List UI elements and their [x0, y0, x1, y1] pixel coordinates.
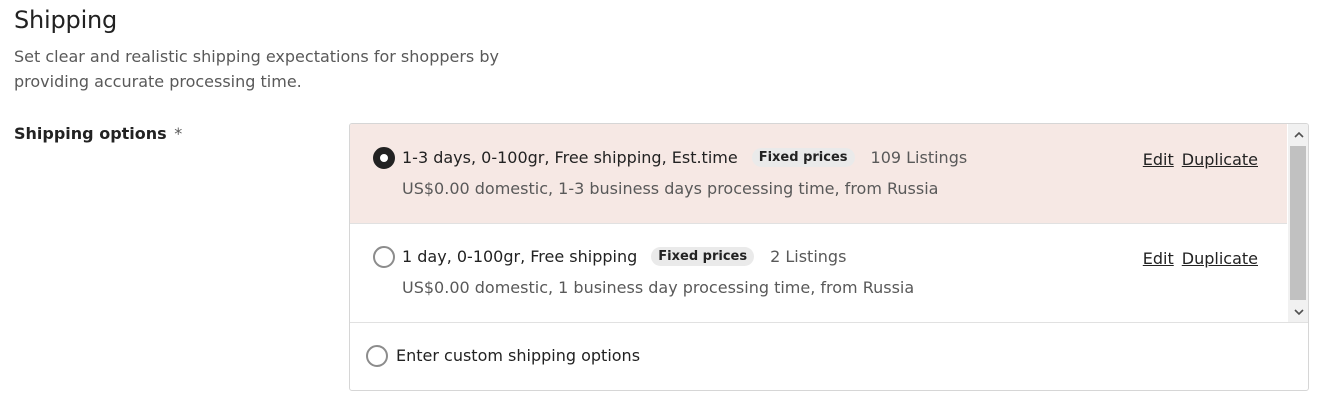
option-actions: Edit Duplicate — [1143, 249, 1258, 268]
duplicate-link[interactable]: Duplicate — [1182, 150, 1258, 169]
option-name: 1-3 days, 0-100gr, Free shipping, Est.ti… — [402, 148, 738, 167]
chevron-up-icon[interactable] — [1288, 124, 1308, 144]
listings-count: 2 Listings — [770, 247, 847, 266]
shipping-options-label: Shipping options * — [14, 124, 182, 143]
section-title: Shipping — [14, 6, 118, 34]
shipping-options-panel: 1-3 days, 0-100gr, Free shipping, Est.ti… — [349, 123, 1309, 391]
scrollbar-thumb[interactable] — [1290, 146, 1306, 300]
edit-link[interactable]: Edit — [1143, 150, 1174, 169]
shipping-options-list[interactable]: 1-3 days, 0-100gr, Free shipping, Est.ti… — [350, 124, 1287, 322]
chevron-down-icon[interactable] — [1288, 302, 1308, 322]
custom-option-radio[interactable] — [366, 345, 388, 367]
fixed-prices-badge: Fixed prices — [651, 247, 755, 266]
option-summary: US$0.00 domestic, 1 business day process… — [402, 278, 915, 297]
options-scrollbar[interactable] — [1288, 124, 1308, 322]
option-title-line: 1 day, 0-100gr, Free shipping Fixed pric… — [402, 247, 846, 266]
duplicate-link[interactable]: Duplicate — [1182, 249, 1258, 268]
shipping-option-row[interactable]: 1 day, 0-100gr, Free shipping Fixed pric… — [350, 223, 1287, 322]
option-radio[interactable] — [373, 246, 395, 268]
option-title-line: 1-3 days, 0-100gr, Free shipping, Est.ti… — [402, 148, 967, 167]
fixed-prices-badge: Fixed prices — [751, 148, 855, 167]
required-marker: * — [174, 124, 183, 143]
edit-link[interactable]: Edit — [1143, 249, 1174, 268]
custom-option-label: Enter custom shipping options — [396, 346, 641, 365]
section-description: Set clear and realistic shipping expecta… — [14, 47, 499, 91]
option-radio-selected[interactable] — [373, 147, 395, 169]
listings-count: 109 Listings — [870, 148, 968, 167]
option-actions: Edit Duplicate — [1143, 150, 1258, 169]
field-label-text: Shipping options — [14, 124, 167, 143]
shipping-option-row[interactable]: 1-3 days, 0-100gr, Free shipping, Est.ti… — [350, 124, 1287, 223]
option-name: 1 day, 0-100gr, Free shipping — [402, 247, 638, 266]
option-summary: US$0.00 domestic, 1-3 business days proc… — [402, 179, 939, 198]
custom-shipping-option[interactable]: Enter custom shipping options — [350, 322, 1308, 390]
